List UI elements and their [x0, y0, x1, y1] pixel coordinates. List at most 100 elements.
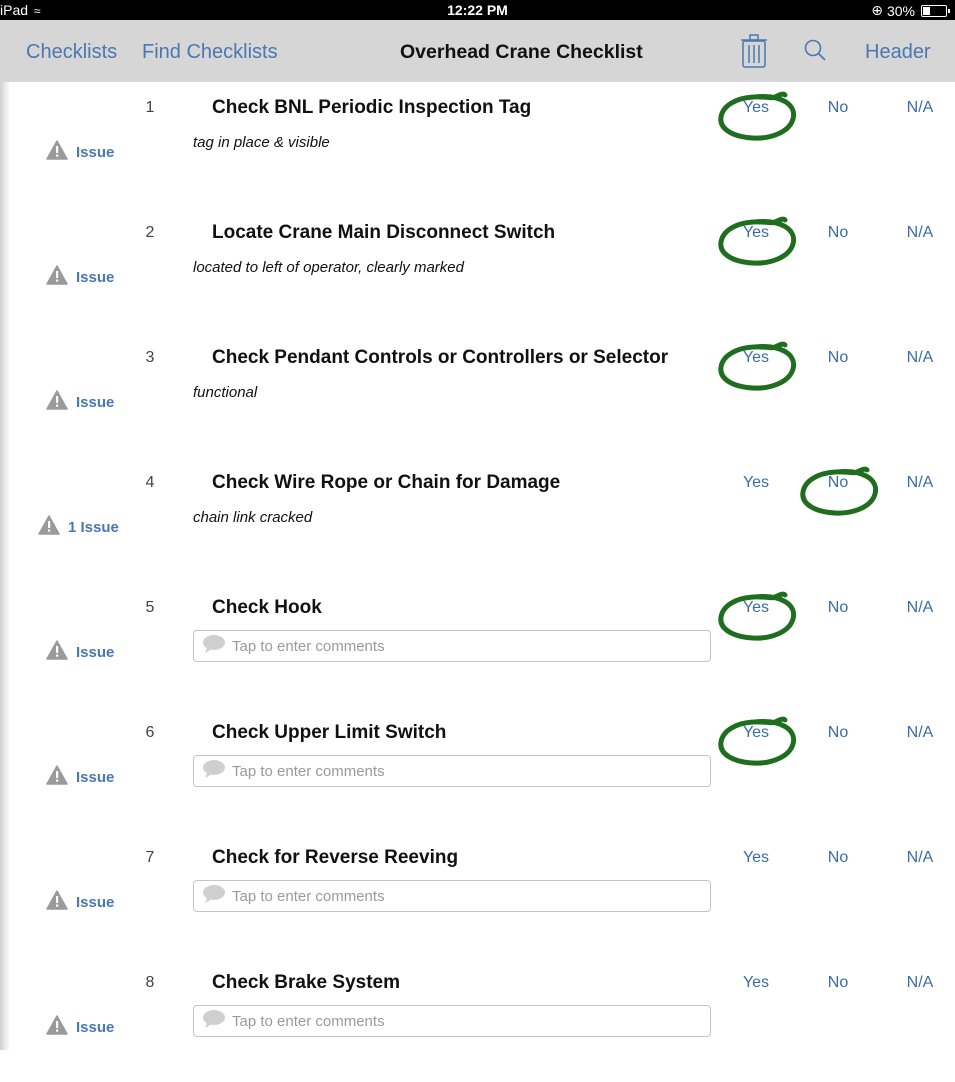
option-no[interactable]: No	[800, 466, 879, 516]
warning-icon	[46, 390, 68, 414]
warning-icon	[46, 265, 68, 289]
option-na-label: N/A	[906, 599, 934, 616]
option-no[interactable]: No	[818, 599, 858, 617]
option-yes[interactable]: Yes	[736, 974, 776, 992]
option-na[interactable]: N/A	[900, 474, 940, 492]
option-na-label: N/A	[906, 974, 934, 991]
checklist-row: Issue 6 Check Upper Limit Switch Tap to ent…	[0, 707, 955, 832]
comment-field[interactable]: Tap to enter comments	[193, 880, 711, 912]
comment-field[interactable]: Tap to enter comments	[193, 1005, 711, 1037]
issue-label: 1 Issue	[68, 518, 119, 536]
warning-icon	[46, 140, 68, 164]
option-no[interactable]: No	[818, 224, 858, 242]
option-yes[interactable]: Yes	[718, 341, 797, 391]
option-yes[interactable]: Yes	[736, 474, 776, 492]
item-number: 7	[145, 849, 155, 866]
option-yes-label: Yes	[742, 99, 770, 116]
option-no-label: No	[827, 849, 849, 866]
issue-button[interactable]: Issue	[46, 890, 114, 914]
issue-label: Issue	[76, 393, 115, 411]
option-na-label: N/A	[906, 849, 934, 866]
option-no-label: No	[827, 474, 849, 491]
option-na[interactable]: N/A	[900, 724, 940, 742]
option-yes-label: Yes	[742, 474, 770, 491]
option-yes[interactable]: Yes	[718, 216, 797, 266]
navigation-bar: Checklists Find Checklists Overhead Cran…	[0, 20, 955, 82]
option-no-label: No	[827, 349, 849, 366]
warning-icon	[46, 890, 68, 914]
option-no[interactable]: No	[818, 849, 858, 867]
comment-placeholder: Tap to enter comments	[232, 637, 385, 655]
item-note: tag in place & visible	[193, 134, 330, 151]
option-yes[interactable]: Yes	[718, 91, 797, 141]
issue-label: Issue	[76, 643, 115, 661]
comment-field[interactable]: Tap to enter comments	[193, 630, 711, 662]
speech-bubble-icon	[202, 759, 226, 783]
battery-icon	[921, 4, 950, 17]
issue-label: Issue	[76, 268, 115, 286]
checklist-row: Issue 8 Check Brake System Tap to enter com…	[0, 957, 955, 1082]
item-title: Locate Crane Main Disconnect Switch	[212, 222, 556, 243]
item-number: 6	[145, 724, 155, 741]
issue-label: Issue	[76, 768, 115, 786]
option-na[interactable]: N/A	[900, 99, 940, 117]
option-yes-label: Yes	[742, 224, 770, 241]
speech-bubble-icon	[202, 634, 226, 658]
option-na-label: N/A	[906, 349, 934, 366]
option-na-label: N/A	[906, 474, 934, 491]
option-yes-label: Yes	[742, 724, 770, 741]
item-title: Check Brake System	[212, 972, 400, 993]
item-title: Check Upper Limit Switch	[212, 722, 447, 743]
warning-icon	[38, 515, 60, 539]
search-icon[interactable]	[803, 38, 827, 62]
find-checklists-link[interactable]: Find Checklists	[142, 41, 278, 64]
item-note: located to left of operator, clearly mar…	[193, 259, 464, 276]
issue-button[interactable]: Issue	[46, 640, 114, 664]
speech-bubble-icon	[202, 1009, 226, 1033]
rotation-lock-icon: ⊕	[871, 2, 883, 18]
option-no-label: No	[827, 599, 849, 616]
option-no[interactable]: No	[818, 974, 858, 992]
option-yes[interactable]: Yes	[718, 591, 797, 641]
issue-button[interactable]: Issue	[46, 390, 114, 414]
header-link[interactable]: Header	[865, 41, 931, 64]
checklist-row: Issue 2 Locate Crane Main Disconnect Switc…	[0, 207, 955, 332]
option-no[interactable]: No	[818, 99, 858, 117]
option-no[interactable]: No	[818, 724, 858, 742]
option-yes-label: Yes	[742, 599, 770, 616]
option-no-label: No	[827, 974, 849, 991]
comment-placeholder: Tap to enter comments	[232, 762, 385, 780]
issue-label: Issue	[76, 143, 115, 161]
item-title: Check Hook	[212, 597, 322, 618]
option-na[interactable]: N/A	[900, 349, 940, 367]
option-yes-label: Yes	[742, 349, 770, 366]
option-no-label: No	[827, 99, 849, 116]
item-title: Check BNL Periodic Inspection Tag	[212, 97, 532, 118]
option-no[interactable]: No	[818, 349, 858, 367]
comment-placeholder: Tap to enter comments	[232, 1012, 385, 1030]
issue-button[interactable]: 1 Issue	[38, 515, 119, 539]
checklists-link[interactable]: Checklists	[26, 41, 117, 64]
comment-field[interactable]: Tap to enter comments	[193, 755, 711, 787]
option-na-label: N/A	[906, 224, 934, 241]
issue-button[interactable]: Issue	[46, 765, 114, 789]
item-number: 3	[145, 349, 155, 366]
option-na[interactable]: N/A	[900, 224, 940, 242]
warning-icon	[46, 765, 68, 789]
option-na[interactable]: N/A	[900, 849, 940, 867]
option-yes[interactable]: Yes	[736, 849, 776, 867]
issue-button[interactable]: Issue	[46, 265, 114, 289]
item-number: 1	[145, 99, 155, 116]
status-time: 12:22 PM	[447, 2, 508, 18]
option-yes[interactable]: Yes	[718, 716, 797, 766]
option-na[interactable]: N/A	[900, 599, 940, 617]
status-right: ⊕ 30%	[871, 2, 950, 19]
issue-button[interactable]: Issue	[46, 1015, 114, 1039]
option-na[interactable]: N/A	[900, 974, 940, 992]
issue-button[interactable]: Issue	[46, 140, 114, 164]
speech-bubble-icon	[202, 884, 226, 908]
page-title: Overhead Crane Checklist	[400, 41, 643, 63]
trash-icon[interactable]	[740, 34, 768, 68]
comment-placeholder: Tap to enter comments	[232, 887, 385, 905]
item-number: 2	[145, 224, 155, 241]
